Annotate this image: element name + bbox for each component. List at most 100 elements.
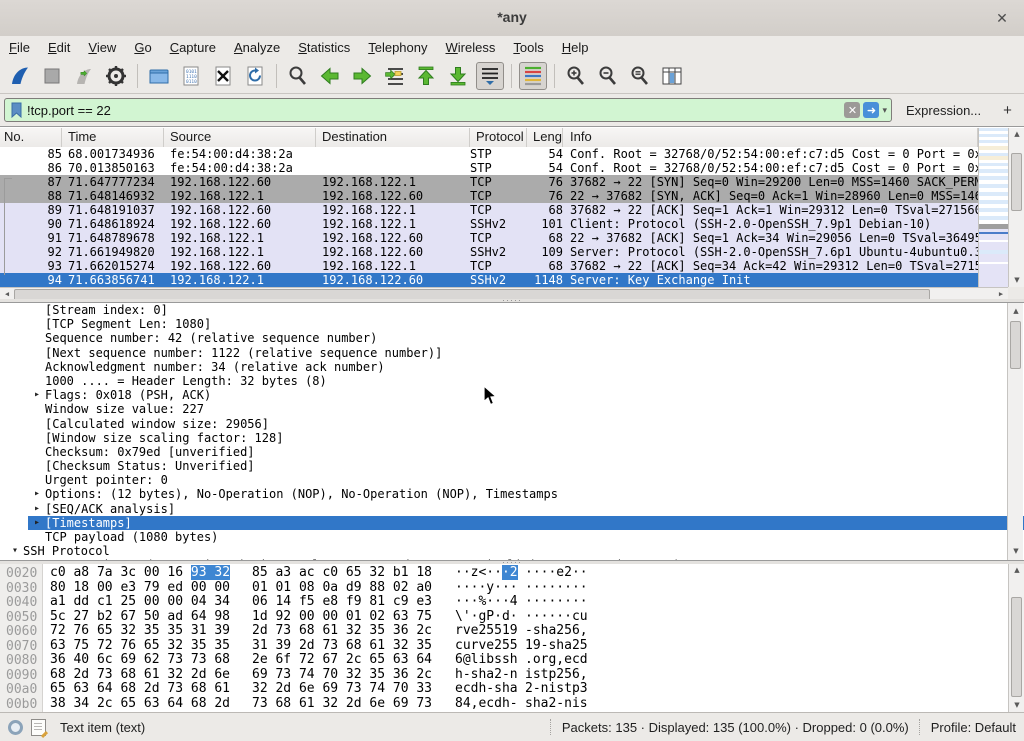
detail-row[interactable]: [Next sequence number: 1122 (relative se… [0,346,1024,360]
expression-button[interactable]: Expression... [906,103,981,118]
menu-go[interactable]: Go [125,38,160,57]
go-first-icon[interactable] [412,62,440,90]
capture-options-icon[interactable] [102,62,130,90]
open-file-icon[interactable] [145,62,173,90]
menu-wireless[interactable]: Wireless [437,38,505,57]
detail-row[interactable]: ▸Options: (12 bytes), No-Operation (NOP)… [0,487,1024,501]
scroll-up-icon[interactable]: ▲ [1009,564,1024,577]
detail-row[interactable]: [TCP Segment Len: 1080] [0,317,1024,331]
expand-arrow-icon[interactable]: ▸ [29,388,45,402]
expand-arrow-icon[interactable]: ▸ [29,502,45,516]
restart-capture-icon[interactable] [70,62,98,90]
packet-row-85[interactable]: 8568.001734936fe:54:00:d4:38:2aSTP54Conf… [0,147,978,161]
column-header-info[interactable]: Info [563,128,978,147]
detail-row[interactable]: Checksum: 0x79ed [unverified] [0,445,1024,459]
start-capture-icon[interactable] [6,62,34,90]
detail-row[interactable]: [Stream index: 0] [0,303,1024,317]
detail-row[interactable]: Sequence number: 42 (relative sequence n… [0,331,1024,345]
packet-row-89[interactable]: 8971.648191037192.168.122.60192.168.122.… [0,203,978,217]
packet-row-87[interactable]: 8771.647777234192.168.122.60192.168.122.… [0,175,978,189]
scroll-down-icon[interactable]: ▼ [1009,274,1024,287]
go-to-packet-icon[interactable] [380,62,408,90]
hex-row[interactable]: 68 2d 73 68 61 32 2d 6e69 73 74 70 32 35… [0,668,1004,683]
menu-analyze[interactable]: Analyze [225,38,289,57]
detail-row[interactable]: ▸Flags: 0x018 (PSH, ACK) [0,388,1024,402]
detail-row[interactable]: Acknowledgment number: 34 (relative ack … [0,360,1024,374]
column-header-source[interactable]: Source [164,128,316,147]
scroll-down-icon[interactable]: ▼ [1009,699,1024,712]
go-back-icon[interactable] [316,62,344,90]
hex-row[interactable]: 63 75 72 76 65 32 35 3531 39 2d 73 68 61… [0,639,1004,654]
resize-columns-icon[interactable] [658,62,686,90]
menu-telephony[interactable]: Telephony [359,38,436,57]
detail-row[interactable]: [Window size scaling factor: 128] [0,431,1024,445]
save-file-icon[interactable]: 010111100110 [177,62,205,90]
close-icon[interactable]: ✕ [992,8,1012,28]
menu-file[interactable]: File [0,38,39,57]
scrollbar-thumb[interactable] [1011,153,1022,211]
stop-capture-icon[interactable] [38,62,66,90]
packet-row-88[interactable]: 8871.648146932192.168.122.1192.168.122.6… [0,189,978,203]
packet-row-93[interactable]: 9371.662015274192.168.122.60192.168.122.… [0,259,978,273]
detail-row[interactable]: Window size value: 227 [0,402,1024,416]
status-profile[interactable]: Profile: Default [931,720,1016,735]
hex-row[interactable]: 38 34 2c 65 63 64 68 2d73 68 61 32 2d 6e… [0,697,1004,712]
detail-row[interactable]: Urgent pointer: 0 [0,473,1024,487]
packet-list-scrollbar[interactable]: ▲ ▼ [1008,128,1024,287]
scroll-down-icon[interactable]: ▼ [1008,545,1024,558]
packet-row-86[interactable]: 8670.013850163fe:54:00:d4:38:2aSTP54Conf… [0,161,978,175]
scrollbar-thumb[interactable] [1011,597,1022,697]
scroll-up-icon[interactable]: ▲ [1008,305,1024,318]
detail-row[interactable]: ▸[Timestamps] [0,516,1024,530]
reload-file-icon[interactable] [241,62,269,90]
expand-arrow-icon[interactable]: ▸ [29,516,45,530]
hex-row[interactable]: 65 63 64 68 2d 73 68 6132 2d 6e 69 73 74… [0,682,1004,697]
column-header-time[interactable]: Time [62,128,164,147]
detail-row[interactable]: ▸[SEQ/ACK analysis] [0,502,1024,516]
packet-row-92[interactable]: 9271.661949820192.168.122.1192.168.122.6… [0,245,978,259]
menu-statistics[interactable]: Statistics [289,38,359,57]
go-forward-icon[interactable] [348,62,376,90]
apply-filter-icon[interactable]: ➜ [863,102,879,118]
scroll-up-icon[interactable]: ▲ [1009,128,1024,141]
detail-row[interactable]: TCP payload (1080 bytes) [0,530,1024,544]
hex-row[interactable]: 36 40 6c 69 62 73 73 682e 6f 72 67 2c 65… [0,653,1004,668]
close-file-icon[interactable] [209,62,237,90]
intelligent-scrollbar-minimap[interactable] [978,128,1009,287]
zoom-normal-icon[interactable] [626,62,654,90]
display-filter-box[interactable]: ✕ ➜ ▾ [4,98,892,122]
column-header-length[interactable]: Length [527,128,563,147]
menu-tools[interactable]: Tools [504,38,552,57]
hex-row[interactable]: 80 18 00 e3 79 ed 00 0001 01 08 0a d9 88… [0,581,1004,596]
filter-history-caret-icon[interactable]: ▾ [882,105,887,116]
menu-view[interactable]: View [79,38,125,57]
hex-row[interactable]: a1 dd c1 25 00 00 04 3406 14 f5 e8 f9 81… [0,595,1004,610]
capture-comment-icon[interactable] [31,719,46,736]
packet-row-91[interactable]: 9171.648789678192.168.122.1192.168.122.6… [0,231,978,245]
detail-row[interactable]: [Checksum Status: Unverified] [0,459,1024,473]
packet-row-94[interactable]: 9471.663856741192.168.122.1192.168.122.6… [0,273,978,287]
hex-row[interactable]: 72 76 65 32 35 35 31 392d 73 68 61 32 35… [0,624,1004,639]
colorize-icon[interactable] [519,62,547,90]
packet-list-header[interactable]: No.TimeSourceDestinationProtocolLengthIn… [0,128,978,148]
expand-arrow-icon[interactable]: ▸ [29,487,45,501]
expert-info-icon[interactable] [8,720,23,735]
expand-arrow-icon[interactable]: ▾ [7,544,23,558]
auto-scroll-icon[interactable] [476,62,504,90]
zoom-out-icon[interactable] [594,62,622,90]
zoom-in-icon[interactable] [562,62,590,90]
menu-edit[interactable]: Edit [39,38,79,57]
menu-capture[interactable]: Capture [161,38,225,57]
detail-row[interactable]: 1000 .... = Header Length: 32 bytes (8) [0,374,1024,388]
clear-filter-icon[interactable]: ✕ [844,102,860,118]
display-filter-input[interactable] [23,103,844,118]
hex-row[interactable]: c0 a8 7a 3c 00 16 93 3285 a3 ac c0 65 32… [0,566,1004,581]
details-scrollbar[interactable]: ▲ ▼ [1007,303,1023,560]
hex-row[interactable]: 5c 27 b2 67 50 ad 64 981d 92 00 00 01 02… [0,610,1004,625]
column-header-destination[interactable]: Destination [316,128,470,147]
column-header-no[interactable]: No. [0,128,62,147]
menu-help[interactable]: Help [553,38,598,57]
packet-row-90[interactable]: 9071.648618924192.168.122.60192.168.122.… [0,217,978,231]
go-last-icon[interactable] [444,62,472,90]
title-bar[interactable]: *any ✕ [0,0,1024,37]
